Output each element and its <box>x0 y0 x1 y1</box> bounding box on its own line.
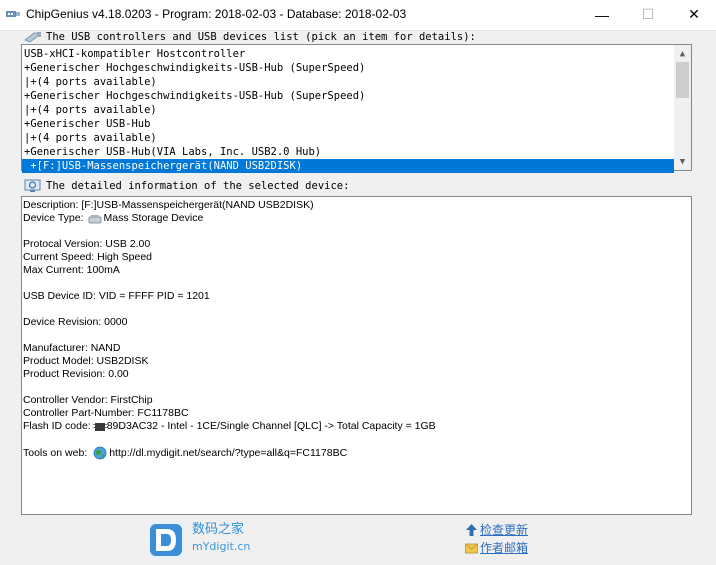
mydigit-logo-icon[interactable] <box>146 520 186 560</box>
controller-vendor-line: Controller Vendor: FirstChip <box>23 394 153 406</box>
mass-storage-icon <box>88 214 101 223</box>
scroll-up-icon[interactable]: ▲ <box>674 45 691 62</box>
device-list-item[interactable]: USB-xHCI-kompatibler Hostcontroller <box>22 47 674 61</box>
up-arrow-icon <box>466 524 477 536</box>
envelope-icon <box>465 543 478 554</box>
close-icon: ✕ <box>688 6 700 22</box>
device-type-label: Device Type: <box>23 212 84 224</box>
usb-cable-icon <box>24 32 41 43</box>
flash-id-line: Flash ID code: 89D3AC32 - Intel - 1CE/Si… <box>23 420 436 433</box>
device-list-item[interactable]: |+(4 ports available) <box>22 103 674 117</box>
device-list-item[interactable]: |+(4 ports available) <box>22 131 674 145</box>
scroll-down-icon[interactable]: ▼ <box>674 153 691 170</box>
brand-name-en[interactable]: mYdigit.cn <box>192 538 250 556</box>
device-list-item[interactable]: +Generischer Hochgeschwindigkeits-USB-Hu… <box>22 61 674 75</box>
chip-icon <box>92 422 107 431</box>
globe-icon <box>93 446 107 460</box>
check-update-link[interactable]: 检查更新 <box>465 521 528 539</box>
maximize-button[interactable]: ☐ <box>625 0 671 29</box>
device-list-item[interactable]: +Generischer USB-Hub <box>22 117 674 131</box>
check-update-label[interactable]: 检查更新 <box>480 521 528 539</box>
minimize-icon: — <box>595 6 609 23</box>
device-list-item[interactable]: |+(4 ports available) <box>22 75 674 89</box>
minimize-button[interactable]: — <box>579 0 625 29</box>
details-panel[interactable]: Description: [F:]USB-Massenspeichergerät… <box>21 196 692 515</box>
details-label-text: The detailed information of the selected… <box>46 180 350 192</box>
device-list-label: The USB controllers and USB devices list… <box>24 30 476 44</box>
device-list-item[interactable]: +Generischer USB-Hub(VIA Labs, Inc. USB2… <box>22 145 674 159</box>
controller-part-number-line: Controller Part-Number: FC1178BC <box>23 407 189 419</box>
details-label: The detailed information of the selected… <box>24 179 349 193</box>
author-mail-label[interactable]: 作者邮箱 <box>480 539 528 557</box>
device-list-scrollbar[interactable]: ▲ ▼ <box>674 45 691 170</box>
product-revision-line: Product Revision: 0.00 <box>23 368 129 380</box>
author-mail-link[interactable]: 作者邮箱 <box>465 539 528 557</box>
scroll-thumb[interactable] <box>676 62 689 98</box>
device-list[interactable]: USB-xHCI-kompatibler Hostcontroller +Gen… <box>21 44 692 173</box>
max-current-line: Max Current: 100mA <box>23 264 120 276</box>
footer-links: 检查更新 作者邮箱 <box>465 521 528 557</box>
product-model-line: Product Model: USB2DISK <box>23 355 149 367</box>
manufacturer-line: Manufacturer: NAND <box>23 342 121 354</box>
info-monitor-icon <box>24 179 41 192</box>
protocol-version-line: Protocal Version: USB 2.00 <box>23 238 151 250</box>
brand-name-cn[interactable]: 数码之家 <box>192 522 250 538</box>
usb-device-id-line: USB Device ID: VID = FFFF PID = 1201 <box>23 290 210 302</box>
device-list-rows: USB-xHCI-kompatibler Hostcontroller +Gen… <box>22 47 674 173</box>
flash-id-label: Flash ID code: <box>23 420 91 432</box>
brand[interactable]: 数码之家 mYdigit.cn <box>192 522 250 556</box>
description-line: Description: [F:]USB-Massenspeichergerät… <box>23 199 314 211</box>
tools-on-web-line: Tools on web: http://dl.mydigit.net/sear… <box>23 446 347 460</box>
device-revision-line: Device Revision: 0000 <box>23 316 128 328</box>
title-bar: ChipGenius v4.18.0203 - Program: 2018-02… <box>0 0 716 31</box>
tools-label: Tools on web: <box>23 446 88 459</box>
device-list-item[interactable]: +Generischer Hochgeschwindigkeits-USB-Hu… <box>22 89 674 103</box>
current-speed-line: Current Speed: High Speed <box>23 251 152 263</box>
window-title: ChipGenius v4.18.0203 - Program: 2018-02… <box>26 7 407 21</box>
usb-icon <box>6 11 20 17</box>
device-type-value: Mass Storage Device <box>103 212 204 224</box>
flash-id-value: 89D3AC32 - Intel - 1CE/Single Channel [Q… <box>106 420 436 432</box>
device-list-label-text: The USB controllers and USB devices list… <box>46 31 476 43</box>
device-list-item-selected[interactable]: +[F:]USB-Massenspeichergerät(NAND USB2DI… <box>22 159 674 173</box>
device-type-line: Device Type: Mass Storage Device <box>23 212 203 225</box>
close-button[interactable]: ✕ <box>671 0 716 29</box>
tools-url[interactable]: http://dl.mydigit.net/search/?type=all&q… <box>109 447 347 460</box>
maximize-icon: ☐ <box>641 6 655 22</box>
